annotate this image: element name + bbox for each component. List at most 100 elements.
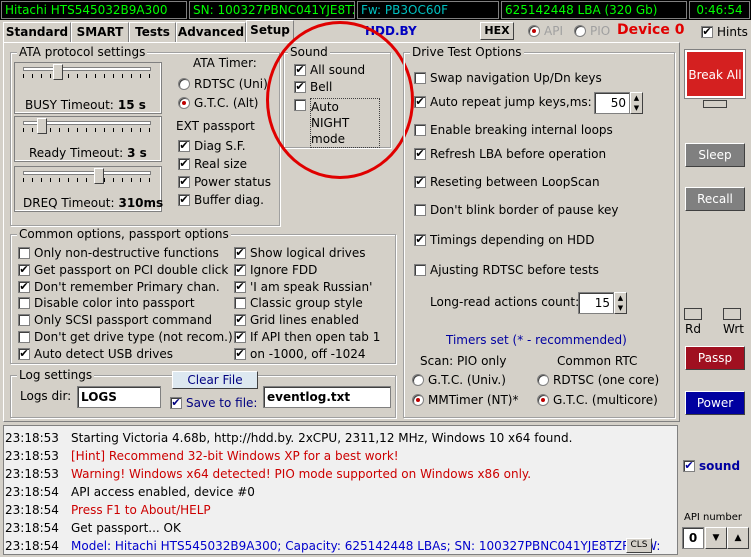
auto-repeat-checkbox[interactable]: ✔ Auto repeat jump keys,ms: (414, 95, 592, 109)
rdtsc-label: RDTSC (Uni) (194, 77, 268, 91)
power-status-checkbox[interactable]: ✔ Power status (178, 175, 271, 189)
option-left-4[interactable]: Only SCSI passport command (18, 313, 212, 327)
scan-mmtimer-radio[interactable]: MMTimer (NT)* (412, 393, 519, 407)
rtc-gtc-radio[interactable]: G.T.C. (multicore) (537, 393, 658, 407)
tab-standard[interactable]: Standard (3, 22, 71, 42)
busy-timeout-slider[interactable]: BUSY Timeout: 15 s (14, 62, 162, 114)
option-label: Grid lines enabled (250, 313, 360, 328)
busy-slider-thumb[interactable] (52, 64, 63, 80)
tab-setup[interactable]: Setup (246, 20, 294, 43)
hints-checkbox[interactable]: ✔ Hints (701, 25, 748, 39)
breaking-loops-box (414, 124, 426, 136)
dont-blink-checkbox[interactable]: Don't blink border of pause key (414, 203, 619, 217)
save-to-file-checkbox[interactable]: ✔ Save to file: (170, 396, 257, 410)
hints-check-box: ✔ (701, 25, 713, 38)
swap-nav-checkbox[interactable]: Swap navigation Up/Dn keys (414, 71, 602, 85)
diag-sf-checkbox[interactable]: ✔ Diag S.F. (178, 139, 246, 153)
scan-gtc-radio[interactable]: G.T.C. (Univ.) (412, 373, 506, 387)
tab-smart[interactable]: SMART (71, 22, 129, 42)
option-right-0[interactable]: ✔ Show logical drives (234, 246, 366, 260)
option-right-6[interactable]: ✔ on -1000, off -1024 (234, 347, 366, 361)
buffer-diag-label: Buffer diag. (194, 193, 264, 207)
dreq-slider-thumb[interactable] (93, 168, 104, 184)
busy-label-text: BUSY Timeout: (25, 98, 114, 112)
option-right-1[interactable]: ✔ Ignore FDD (234, 263, 317, 277)
api-number-down[interactable]: ▼ (705, 527, 727, 549)
sleep-button[interactable]: Sleep (685, 143, 745, 167)
log-file-input[interactable]: eventlog.txt (263, 386, 391, 408)
tab-tests[interactable]: Tests (129, 22, 176, 42)
refresh-lba-checkbox[interactable]: ✔ Refresh LBA before operation (414, 147, 606, 161)
log-line: 23:18:54 API access enabled, device #0 (5, 485, 255, 499)
pio-radio[interactable]: PIO (574, 24, 610, 38)
swap-nav-label: Swap navigation Up/Dn keys (430, 71, 602, 85)
log-message: API access enabled, device #0 (71, 485, 255, 499)
passp-button[interactable]: Passp (685, 346, 745, 370)
rtc-rdtsc-radio[interactable]: RDTSC (one core) (537, 373, 659, 387)
busy-slider-track (23, 67, 151, 71)
rdtsc-timer-radio[interactable]: RDTSC (Uni) (178, 77, 268, 91)
tab-advanced[interactable]: Advanced (176, 22, 246, 42)
buffer-diag-checkbox[interactable]: ✔ Buffer diag. (178, 193, 264, 207)
option-right-5[interactable]: ✔ If API then open tab 1 (234, 330, 380, 344)
option-checkbox (18, 247, 30, 259)
auto-repeat-input[interactable]: 50 (594, 92, 630, 114)
wrt-indicator (723, 308, 741, 320)
option-right-4[interactable]: ✔ Grid lines enabled (234, 313, 359, 327)
long-read-input[interactable]: 15 (578, 292, 614, 314)
long-read-label: Long-read actions count: (430, 295, 580, 309)
log-time: 23:18:54 (5, 485, 59, 499)
option-left-3[interactable]: Disable color into passport (18, 296, 195, 310)
dreq-slider-track (23, 171, 151, 175)
api-number-input[interactable]: 0 (682, 527, 704, 549)
option-left-5[interactable]: Don't get drive type (not recom.) (18, 330, 233, 344)
rd-label: Rd (685, 322, 701, 336)
pio-radio-dot (574, 25, 586, 37)
api-radio[interactable]: API (528, 24, 563, 38)
break-all-button[interactable]: Break All (685, 50, 745, 98)
timings-hdd-checkbox[interactable]: ✔ Timings depending on HDD (414, 233, 594, 247)
option-checkbox: ✔ (18, 262, 30, 276)
ajusting-rdtsc-box (414, 264, 426, 276)
api-number-label: API number (684, 512, 743, 523)
option-label: Ignore FDD (250, 262, 318, 277)
option-left-0[interactable]: Only non-destructive functions (18, 246, 219, 260)
ajusting-rdtsc-checkbox[interactable]: Ajusting RDTSC before tests (414, 263, 599, 277)
logs-dir-label: Logs dir: (20, 389, 72, 403)
option-left-2[interactable]: ✔ Don't remember Primary chan. (18, 280, 220, 294)
rdtsc-radio-dot (178, 78, 190, 90)
hex-button[interactable]: HEX (480, 22, 514, 40)
dreq-timeout-slider[interactable]: DREQ Timeout: 310ms (14, 166, 163, 212)
recall-button[interactable]: Recall (685, 187, 745, 211)
ata-timer-title: ATA Timer: (193, 56, 257, 70)
ready-timeout-slider[interactable]: Ready Timeout: 3 s (14, 116, 162, 162)
break-indicator (703, 100, 727, 108)
log-time: 23:18:53 (5, 431, 59, 445)
ready-slider-thumb[interactable] (37, 118, 48, 134)
scan-gtc-dot (412, 374, 424, 386)
reseting-loopscan-checkbox[interactable]: ✔ Reseting between LoopScan (414, 175, 600, 189)
option-left-1[interactable]: ✔ Get passport on PCI double click (18, 263, 228, 277)
option-left-6[interactable]: ✔ Auto detect USB drives (18, 347, 173, 361)
option-checkbox: ✔ (18, 279, 30, 293)
real-size-checkbox[interactable]: ✔ Real size (178, 157, 247, 171)
clear-file-button[interactable]: Clear File (172, 371, 258, 389)
dreq-label-text: DREQ Timeout: (23, 196, 115, 210)
option-right-3[interactable]: Classic group style (234, 296, 363, 310)
sound-checkbox[interactable]: ✔ sound (683, 459, 740, 473)
power-button[interactable]: Power (685, 391, 745, 415)
logs-dir-input[interactable]: LOGS (77, 386, 161, 408)
log-line: 23:18:53 Starting Victoria 4.68b, http://… (5, 431, 572, 445)
option-checkbox: ✔ (18, 346, 30, 360)
breaking-loops-checkbox[interactable]: Enable breaking internal loops (414, 123, 613, 137)
diag-sf-label: Diag S.F. (194, 139, 246, 153)
long-read-spinner[interactable]: ▲ ▼ (614, 292, 627, 314)
option-checkbox: ✔ (234, 279, 246, 293)
api-number-up[interactable]: ▲ (727, 527, 749, 549)
swap-nav-box (414, 72, 426, 84)
auto-repeat-spinner[interactable]: ▲ ▼ (630, 92, 643, 114)
cls-button[interactable]: CLS (626, 538, 652, 553)
sound-check-box: ✔ (683, 459, 695, 472)
option-right-2[interactable]: ✔ 'I am speak Russian' (234, 280, 372, 294)
gtc-timer-radio[interactable]: G.T.C. (Alt) (178, 96, 258, 110)
